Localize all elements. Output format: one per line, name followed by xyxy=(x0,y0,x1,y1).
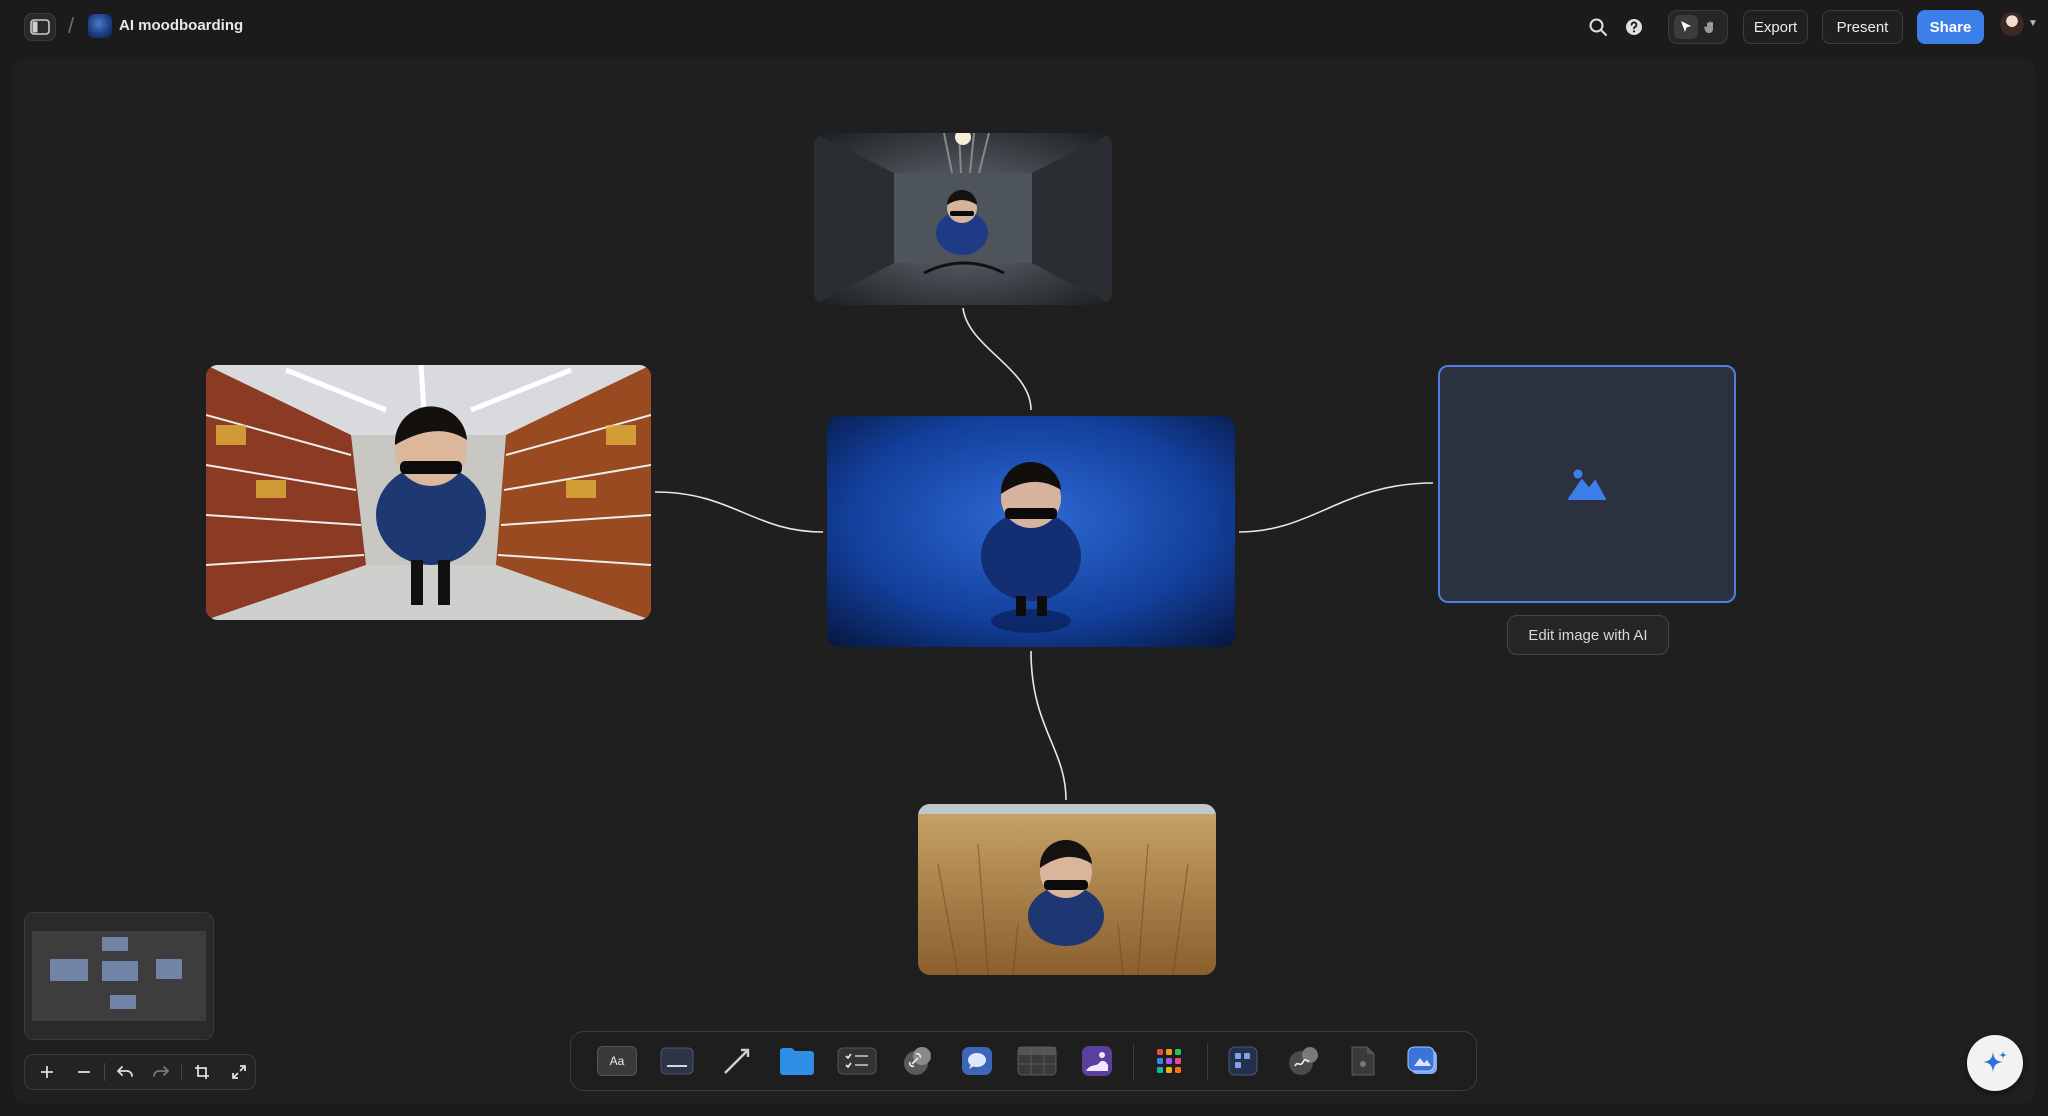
divider xyxy=(103,1063,105,1081)
image-icon xyxy=(1568,469,1606,500)
line-tool[interactable] xyxy=(717,1044,757,1078)
table-tool[interactable] xyxy=(1017,1044,1057,1078)
ai-image-icon xyxy=(1407,1046,1437,1074)
cursor-icon xyxy=(1681,21,1691,32)
document-tool[interactable] xyxy=(1343,1044,1383,1078)
todo-tool[interactable] xyxy=(837,1044,877,1078)
arrow-line-icon xyxy=(724,1048,750,1074)
minimap-node xyxy=(102,937,128,951)
export-button[interactable]: Export xyxy=(1743,10,1808,44)
connector-left xyxy=(654,491,824,533)
undo-button[interactable] xyxy=(109,1058,141,1086)
sparkle-icon xyxy=(1983,1051,2007,1072)
minimap-node xyxy=(102,961,138,981)
board-canvas[interactable]: Edit image with AI xyxy=(13,58,2035,1104)
fullscreen-button[interactable] xyxy=(223,1058,255,1086)
minimap-node xyxy=(50,959,88,981)
present-button[interactable]: Present xyxy=(1822,10,1903,44)
comment-icon xyxy=(962,1047,992,1075)
image-tool[interactable] xyxy=(1077,1044,1117,1078)
board-icon xyxy=(1228,1046,1258,1076)
connector-bottom xyxy=(1030,650,1067,801)
divider xyxy=(181,1063,183,1081)
minus-icon xyxy=(77,1071,90,1073)
connector-right xyxy=(1238,482,1434,533)
pen-icon xyxy=(1289,1047,1318,1075)
redo-button[interactable] xyxy=(145,1058,177,1086)
link-icon xyxy=(904,1047,931,1075)
minimap-node xyxy=(110,995,136,1009)
note-icon xyxy=(660,1047,694,1075)
connector-top xyxy=(962,307,1032,411)
creation-toolbar: Aa xyxy=(570,1031,1477,1091)
expand-icon xyxy=(231,1065,246,1079)
folder-icon xyxy=(780,1048,814,1075)
image-card-wheat[interactable] xyxy=(918,804,1216,975)
board-icon[interactable] xyxy=(88,14,112,38)
image-card-blue-studio[interactable] xyxy=(827,416,1235,647)
pointer-mode-group xyxy=(1668,10,1728,44)
share-button[interactable]: Share xyxy=(1917,10,1984,44)
sidebar-icon xyxy=(30,19,50,35)
zoom-in-button[interactable] xyxy=(31,1058,63,1086)
edit-image-ai-button[interactable]: Edit image with AI xyxy=(1507,615,1669,655)
minimap[interactable] xyxy=(24,912,214,1040)
link-tool[interactable] xyxy=(897,1044,937,1078)
picture-icon xyxy=(1082,1046,1112,1076)
toolbar-divider xyxy=(1133,1044,1134,1080)
ai-image-tool[interactable] xyxy=(1403,1044,1443,1078)
blue-studio-photo xyxy=(827,416,1235,647)
search-button[interactable] xyxy=(1585,14,1611,40)
breadcrumb-separator: / xyxy=(68,13,75,38)
toolbar-divider xyxy=(1207,1044,1208,1080)
undo-icon xyxy=(116,1066,133,1077)
user-avatar[interactable] xyxy=(2000,12,2024,36)
image-card-supermarket[interactable] xyxy=(206,365,651,620)
ai-assistant-button[interactable] xyxy=(1967,1035,2023,1091)
supermarket-aisle-photo xyxy=(206,365,651,620)
chevron-down-icon[interactable]: ▼ xyxy=(2028,18,2038,29)
wheat-field-photo xyxy=(918,804,1216,975)
jail-cell-photo xyxy=(814,133,1112,305)
comment-tool[interactable] xyxy=(957,1044,997,1078)
minimap-viewport[interactable] xyxy=(32,931,206,1021)
apps-tool[interactable] xyxy=(1149,1044,1189,1078)
board-title[interactable]: AI moodboarding xyxy=(119,17,243,34)
plus-icon xyxy=(41,1066,54,1078)
help-button[interactable] xyxy=(1621,14,1647,40)
sketch-tool[interactable] xyxy=(1283,1044,1323,1078)
ai-image-placeholder[interactable] xyxy=(1438,365,1736,603)
apps-grid-icon xyxy=(1157,1049,1181,1073)
search-icon xyxy=(1589,18,1607,36)
sidebar-toggle-button[interactable] xyxy=(24,13,56,41)
crop-icon xyxy=(195,1065,210,1079)
note-tool[interactable] xyxy=(657,1044,697,1078)
text-tool-label: Aa xyxy=(597,1046,637,1076)
folder-tool[interactable] xyxy=(777,1044,817,1078)
text-tool[interactable]: Aa xyxy=(597,1044,637,1078)
minimap-node xyxy=(156,959,182,979)
board-tool[interactable] xyxy=(1223,1044,1263,1078)
image-card-jail[interactable] xyxy=(814,133,1112,305)
zoom-controls xyxy=(24,1054,256,1090)
fit-to-screen-button[interactable] xyxy=(186,1058,218,1086)
document-icon xyxy=(1351,1046,1375,1076)
redo-icon xyxy=(153,1066,170,1077)
table-icon xyxy=(1017,1046,1057,1076)
help-icon xyxy=(1626,19,1642,35)
top-bar: / AI moodboarding Export Present Share ▼ xyxy=(0,0,2048,54)
select-tool-button[interactable] xyxy=(1674,15,1698,39)
hand-icon xyxy=(1704,21,1713,33)
zoom-out-button[interactable] xyxy=(67,1058,99,1086)
hand-tool-button[interactable] xyxy=(1698,15,1722,39)
checklist-icon xyxy=(837,1047,877,1075)
